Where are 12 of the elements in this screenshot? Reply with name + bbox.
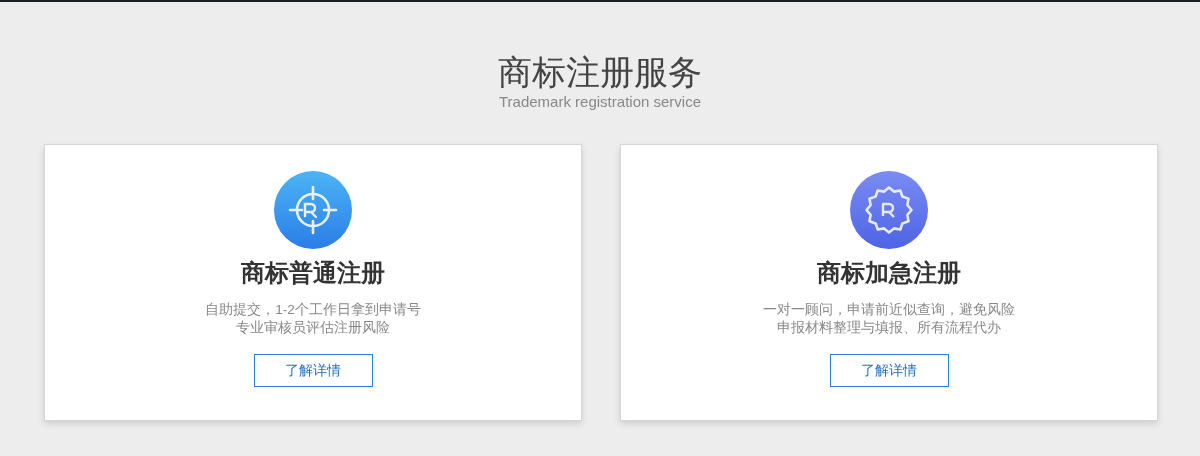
details-button[interactable]: 了解详情 bbox=[829, 353, 949, 387]
badge-icon bbox=[850, 170, 928, 249]
card-title: 商标加急注册 bbox=[817, 258, 961, 288]
card-description: 申报材料整理与填报、所有流程代办 bbox=[776, 318, 1002, 337]
section-subtitle: Trademark registration service bbox=[498, 92, 702, 111]
card-description: 专业审核员评估注册风险 bbox=[235, 318, 391, 337]
card-description: 自助提交，1-2个工作日拿到申请号 bbox=[205, 300, 421, 319]
card-description: 一对一顾问，申请前近似查询，避免风险 bbox=[763, 300, 1015, 319]
card-title: 商标普通注册 bbox=[241, 258, 385, 288]
details-button[interactable]: 了解详情 bbox=[253, 353, 373, 387]
section-title: 商标注册服务 bbox=[497, 52, 703, 93]
crosshair-icon bbox=[274, 170, 352, 249]
